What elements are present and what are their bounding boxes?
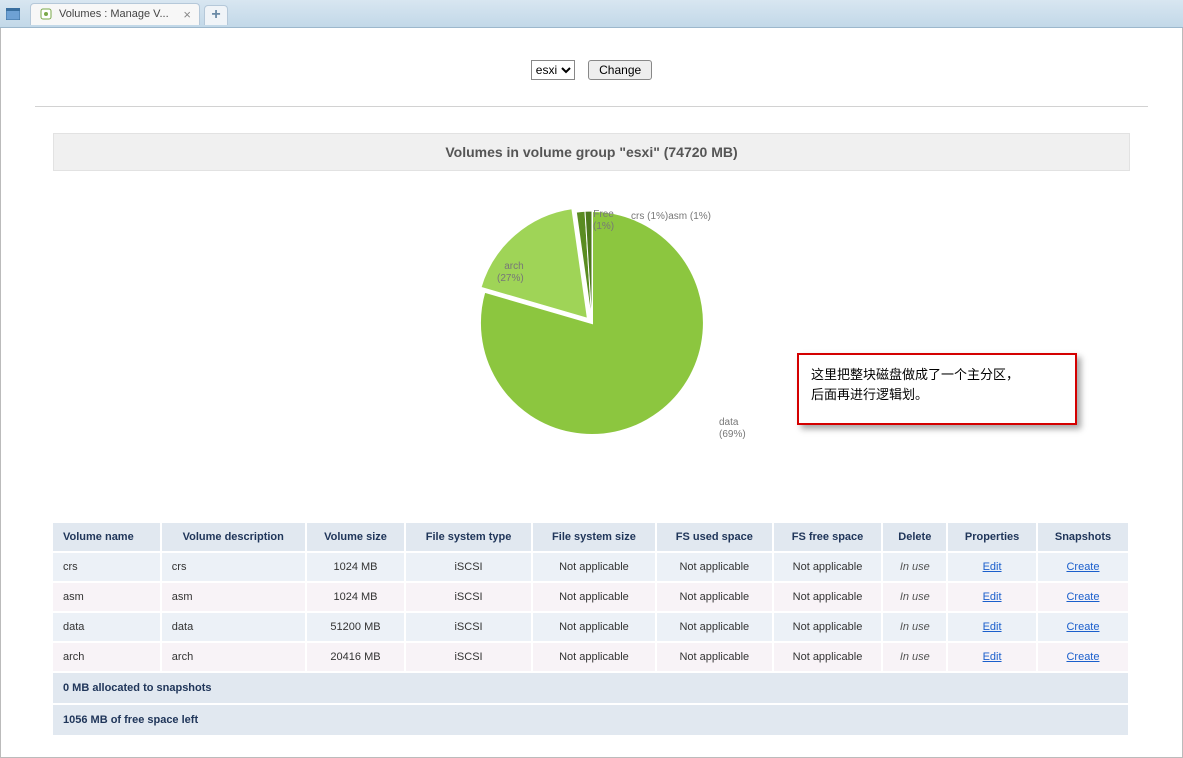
cell-size: 1024 MB bbox=[306, 582, 406, 612]
tab-strip: Volumes : Manage V... × + bbox=[30, 3, 228, 25]
cell-snapshots: Create bbox=[1037, 642, 1129, 672]
cell-fssize: Not applicable bbox=[532, 642, 656, 672]
cell-fsused: Not applicable bbox=[656, 582, 772, 612]
inuse-label: In use bbox=[900, 561, 930, 573]
table-row: asmasm1024 MBiSCSINot applicableNot appl… bbox=[53, 582, 1129, 612]
table-row: archarch20416 MBiSCSINot applicableNot a… bbox=[53, 642, 1129, 672]
table-header-row: Volume name Volume description Volume si… bbox=[53, 523, 1129, 552]
divider bbox=[35, 106, 1148, 107]
th-desc: Volume description bbox=[161, 523, 306, 552]
create-link[interactable]: Create bbox=[1066, 621, 1099, 633]
window-icon bbox=[4, 7, 22, 21]
cell-fstype: iSCSI bbox=[405, 552, 531, 582]
cell-snapshots: Create bbox=[1037, 582, 1129, 612]
th-fssize: File system size bbox=[532, 523, 656, 552]
cell-fssize: Not applicable bbox=[532, 582, 656, 612]
cell-delete: In use bbox=[882, 642, 947, 672]
cell-fssize: Not applicable bbox=[532, 612, 656, 642]
footer-freespace-text: 1056 MB of free space left bbox=[53, 704, 1129, 736]
pie-label-data: data(69%) bbox=[719, 417, 746, 441]
footer-row-snapshots: 0 MB allocated to snapshots bbox=[53, 672, 1129, 704]
new-tab-button[interactable]: + bbox=[204, 5, 228, 25]
table-row: crscrs1024 MBiSCSINot applicableNot appl… bbox=[53, 552, 1129, 582]
volumes-table: Volume name Volume description Volume si… bbox=[53, 523, 1130, 737]
cell-size: 20416 MB bbox=[306, 642, 406, 672]
pie-chart-area: data(69%) arch(27%) Free(1%) crs (1%)asm… bbox=[35, 193, 1148, 493]
cell-size: 1024 MB bbox=[306, 552, 406, 582]
page-viewport: esxi Change Volumes in volume group "esx… bbox=[0, 28, 1183, 758]
th-fstype: File system type bbox=[405, 523, 531, 552]
cell-fstype: iSCSI bbox=[405, 612, 531, 642]
footer-snapshots-text: 0 MB allocated to snapshots bbox=[53, 672, 1129, 704]
inuse-label: In use bbox=[900, 651, 930, 663]
cell-snapshots: Create bbox=[1037, 552, 1129, 582]
cell-fsfree: Not applicable bbox=[773, 642, 883, 672]
table-row: datadata51200 MBiSCSINot applicableNot a… bbox=[53, 612, 1129, 642]
cell-delete: In use bbox=[882, 612, 947, 642]
pie-chart bbox=[442, 193, 742, 453]
cell-properties: Edit bbox=[947, 612, 1037, 642]
cell-fstype: iSCSI bbox=[405, 582, 531, 612]
th-size: Volume size bbox=[306, 523, 406, 552]
cell-name: data bbox=[53, 612, 161, 642]
create-link[interactable]: Create bbox=[1066, 651, 1099, 663]
th-delete: Delete bbox=[882, 523, 947, 552]
plus-icon: + bbox=[211, 6, 220, 24]
th-fsused: FS used space bbox=[656, 523, 772, 552]
close-tab-icon[interactable]: × bbox=[183, 7, 191, 22]
footer-row-freespace: 1056 MB of free space left bbox=[53, 704, 1129, 736]
cell-fsfree: Not applicable bbox=[773, 552, 883, 582]
create-link[interactable]: Create bbox=[1066, 591, 1099, 603]
pie-label-crs-asm: crs (1%)asm (1%) bbox=[631, 211, 711, 223]
cell-fstype: iSCSI bbox=[405, 642, 531, 672]
cell-desc: arch bbox=[161, 642, 306, 672]
cell-fsused: Not applicable bbox=[656, 612, 772, 642]
annotation-line1: 这里把整块磁盘做成了一个主分区， bbox=[811, 367, 1019, 382]
edit-link[interactable]: Edit bbox=[983, 591, 1002, 603]
cell-fsfree: Not applicable bbox=[773, 582, 883, 612]
tab-title: Volumes : Manage V... bbox=[59, 8, 169, 20]
create-link[interactable]: Create bbox=[1066, 561, 1099, 573]
change-button[interactable]: Change bbox=[588, 60, 652, 80]
pie-label-arch: arch(27%) bbox=[497, 261, 524, 285]
cell-fsfree: Not applicable bbox=[773, 612, 883, 642]
annotation-line2: 后面再进行逻辑划。 bbox=[811, 387, 928, 402]
cell-name: arch bbox=[53, 642, 161, 672]
cell-properties: Edit bbox=[947, 552, 1037, 582]
cell-name: crs bbox=[53, 552, 161, 582]
cell-delete: In use bbox=[882, 552, 947, 582]
cell-desc: crs bbox=[161, 552, 306, 582]
inuse-label: In use bbox=[900, 621, 930, 633]
annotation-callout: 这里把整块磁盘做成了一个主分区， 后面再进行逻辑划。 bbox=[797, 353, 1077, 425]
edit-link[interactable]: Edit bbox=[983, 561, 1002, 573]
cell-snapshots: Create bbox=[1037, 612, 1129, 642]
cell-name: asm bbox=[53, 582, 161, 612]
edit-link[interactable]: Edit bbox=[983, 621, 1002, 633]
cell-desc: data bbox=[161, 612, 306, 642]
th-fsfree: FS free space bbox=[773, 523, 883, 552]
pie-label-free: Free(1%) bbox=[593, 209, 614, 233]
cell-properties: Edit bbox=[947, 582, 1037, 612]
volume-group-selector: esxi Change bbox=[35, 46, 1148, 106]
cell-desc: asm bbox=[161, 582, 306, 612]
browser-tab-bar: Volumes : Manage V... × + bbox=[0, 0, 1183, 28]
section-title: Volumes in volume group "esxi" (74720 MB… bbox=[53, 133, 1130, 171]
cell-fssize: Not applicable bbox=[532, 552, 656, 582]
inuse-label: In use bbox=[900, 591, 930, 603]
cell-properties: Edit bbox=[947, 642, 1037, 672]
cell-fsused: Not applicable bbox=[656, 552, 772, 582]
volumes-table-wrap: Volume name Volume description Volume si… bbox=[53, 523, 1130, 737]
cell-size: 51200 MB bbox=[306, 612, 406, 642]
tab-active[interactable]: Volumes : Manage V... × bbox=[30, 3, 200, 25]
cell-delete: In use bbox=[882, 582, 947, 612]
th-properties: Properties bbox=[947, 523, 1037, 552]
th-snapshots: Snapshots bbox=[1037, 523, 1129, 552]
cell-fsused: Not applicable bbox=[656, 642, 772, 672]
th-name: Volume name bbox=[53, 523, 161, 552]
edit-link[interactable]: Edit bbox=[983, 651, 1002, 663]
favicon-icon bbox=[39, 7, 53, 21]
vg-select[interactable]: esxi bbox=[531, 60, 575, 80]
